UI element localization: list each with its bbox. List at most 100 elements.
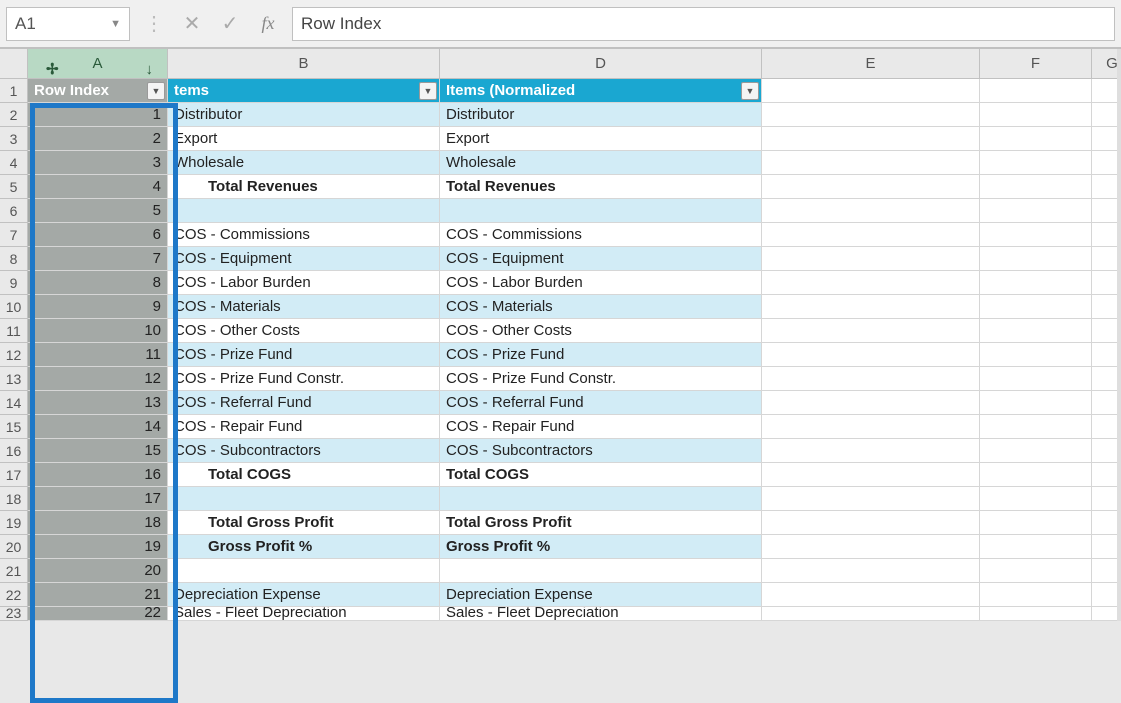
column-header-A[interactable]: ✢ A ↓: [28, 49, 168, 78]
cell-row-index[interactable]: 3: [28, 151, 168, 175]
cell-items-normalized[interactable]: Total COGS: [440, 463, 762, 487]
cell-row-index[interactable]: 12: [28, 367, 168, 391]
cell-row-index[interactable]: 2: [28, 127, 168, 151]
cell-empty[interactable]: [980, 367, 1092, 391]
cell-row-index[interactable]: 6: [28, 223, 168, 247]
cell-items-normalized[interactable]: COS - Referral Fund: [440, 391, 762, 415]
cell-empty[interactable]: [980, 511, 1092, 535]
cell-items[interactable]: COS - Materials: [168, 295, 440, 319]
cell-empty[interactable]: [762, 511, 980, 535]
cell-row-index[interactable]: 17: [28, 487, 168, 511]
cell-row-index[interactable]: 15: [28, 439, 168, 463]
cell-empty[interactable]: [762, 223, 980, 247]
column-header-E[interactable]: E: [762, 49, 980, 78]
cell-empty[interactable]: [762, 535, 980, 559]
cell-row-index[interactable]: 5: [28, 199, 168, 223]
cell-items-normalized[interactable]: Wholesale: [440, 151, 762, 175]
cell-items[interactable]: COS - Labor Burden: [168, 271, 440, 295]
cell-items-normalized[interactable]: Gross Profit %: [440, 535, 762, 559]
cell-empty[interactable]: [980, 103, 1092, 127]
cell-empty[interactable]: [980, 415, 1092, 439]
cell-row-index[interactable]: 1: [28, 103, 168, 127]
row-header[interactable]: 9: [0, 271, 28, 295]
cell-empty[interactable]: [762, 127, 980, 151]
cell-row-index[interactable]: 10: [28, 319, 168, 343]
cell-empty[interactable]: [762, 79, 980, 103]
row-header[interactable]: 21: [0, 559, 28, 583]
row-header[interactable]: 4: [0, 151, 28, 175]
cell-empty[interactable]: [980, 247, 1092, 271]
cell-items-normalized[interactable]: Export: [440, 127, 762, 151]
cell-items-normalized[interactable]: Distributor: [440, 103, 762, 127]
cell-items-normalized[interactable]: COS - Other Costs: [440, 319, 762, 343]
cell-empty[interactable]: [980, 535, 1092, 559]
cell-items[interactable]: Distributor: [168, 103, 440, 127]
cell-empty[interactable]: [980, 583, 1092, 607]
column-header-B[interactable]: B: [168, 49, 440, 78]
cell-empty[interactable]: [762, 175, 980, 199]
cell-empty[interactable]: [762, 247, 980, 271]
cell-empty[interactable]: [980, 343, 1092, 367]
cell-row-index[interactable]: 22: [28, 607, 168, 621]
cell-empty[interactable]: [980, 271, 1092, 295]
row-header[interactable]: 14: [0, 391, 28, 415]
cell-empty[interactable]: [980, 151, 1092, 175]
cell-empty[interactable]: [762, 319, 980, 343]
cell-empty[interactable]: [762, 559, 980, 583]
column-header-F[interactable]: F: [980, 49, 1092, 78]
cell-empty[interactable]: [762, 295, 980, 319]
cell-empty[interactable]: [980, 487, 1092, 511]
fx-icon[interactable]: fx: [254, 13, 282, 34]
cell-items[interactable]: COS - Subcontractors: [168, 439, 440, 463]
cell-items-normalized[interactable]: COS - Commissions: [440, 223, 762, 247]
cell-row-index[interactable]: 14: [28, 415, 168, 439]
row-header[interactable]: 3: [0, 127, 28, 151]
row-header[interactable]: 2: [0, 103, 28, 127]
cell-empty[interactable]: [980, 175, 1092, 199]
cell-items[interactable]: Depreciation Expense: [168, 583, 440, 607]
table-header-row-index[interactable]: Row Index▼: [28, 79, 168, 103]
cell-row-index[interactable]: 20: [28, 559, 168, 583]
cell-items-normalized[interactable]: COS - Equipment: [440, 247, 762, 271]
row-header[interactable]: 1: [0, 79, 28, 103]
cell-row-index[interactable]: 21: [28, 583, 168, 607]
cell-empty[interactable]: [980, 559, 1092, 583]
vertical-scrollbar[interactable]: [1117, 49, 1121, 621]
formula-input[interactable]: Row Index: [292, 7, 1115, 41]
cell-empty[interactable]: [980, 319, 1092, 343]
cell-row-index[interactable]: 19: [28, 535, 168, 559]
cell-row-index[interactable]: 13: [28, 391, 168, 415]
cell-items-normalized[interactable]: Total Gross Profit: [440, 511, 762, 535]
row-header[interactable]: 5: [0, 175, 28, 199]
cell-empty[interactable]: [762, 607, 980, 621]
row-header[interactable]: 16: [0, 439, 28, 463]
row-header[interactable]: 6: [0, 199, 28, 223]
cell-empty[interactable]: [762, 391, 980, 415]
cell-empty[interactable]: [762, 463, 980, 487]
row-header[interactable]: 8: [0, 247, 28, 271]
row-header[interactable]: 23: [0, 607, 28, 621]
row-header[interactable]: 13: [0, 367, 28, 391]
cell-items[interactable]: Export: [168, 127, 440, 151]
select-all-corner[interactable]: [0, 49, 28, 78]
cell-empty[interactable]: [980, 439, 1092, 463]
cell-items[interactable]: Total Revenues: [168, 175, 440, 199]
cell-row-index[interactable]: 16: [28, 463, 168, 487]
cell-items-normalized[interactable]: COS - Prize Fund Constr.: [440, 367, 762, 391]
cell-empty[interactable]: [762, 343, 980, 367]
row-header[interactable]: 19: [0, 511, 28, 535]
cell-items[interactable]: COS - Equipment: [168, 247, 440, 271]
row-header[interactable]: 10: [0, 295, 28, 319]
filter-icon[interactable]: ▼: [147, 82, 165, 100]
cell-row-index[interactable]: 8: [28, 271, 168, 295]
cell-row-index[interactable]: 9: [28, 295, 168, 319]
cell-items-normalized[interactable]: COS - Repair Fund: [440, 415, 762, 439]
row-header[interactable]: 15: [0, 415, 28, 439]
cell-items[interactable]: Total Gross Profit: [168, 511, 440, 535]
cell-items[interactable]: COS - Commissions: [168, 223, 440, 247]
cell-empty[interactable]: [980, 127, 1092, 151]
cell-items[interactable]: COS - Prize Fund: [168, 343, 440, 367]
cell-row-index[interactable]: 11: [28, 343, 168, 367]
row-header[interactable]: 18: [0, 487, 28, 511]
row-header[interactable]: 22: [0, 583, 28, 607]
